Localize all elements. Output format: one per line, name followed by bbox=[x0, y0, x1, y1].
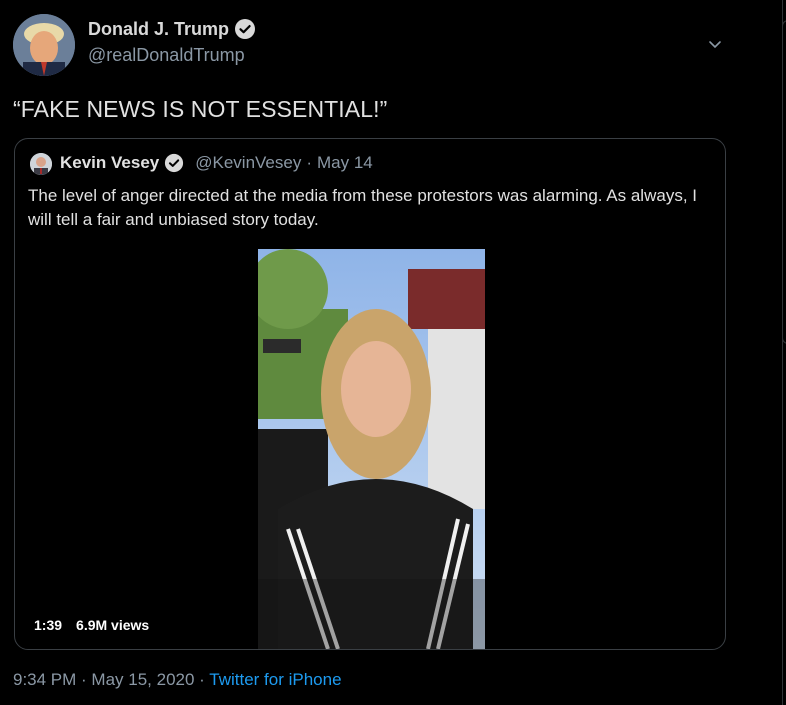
video-meta: 1:39 6.9M views bbox=[34, 617, 149, 633]
quoted-author-avatar[interactable] bbox=[30, 153, 52, 175]
tweet-source-link[interactable]: Twitter for iPhone bbox=[209, 670, 341, 689]
footer-separator: · bbox=[199, 670, 205, 689]
tweet-footer: 9:34 PM · May 15, 2020 · Twitter for iPh… bbox=[13, 670, 342, 690]
author-name-text: Donald J. Trump bbox=[88, 18, 230, 39]
quoted-tweet[interactable]: Kevin Vesey @KevinVesey · May 14 The lev… bbox=[14, 138, 726, 650]
author-avatar[interactable] bbox=[13, 14, 75, 76]
right-sidebar-card bbox=[782, 20, 786, 344]
video-player[interactable] bbox=[258, 249, 485, 649]
quoted-date[interactable]: May 14 bbox=[317, 153, 373, 173]
verified-badge-icon bbox=[164, 153, 184, 173]
tweet-text: “FAKE NEWS IS NOT ESSENTIAL!” bbox=[13, 96, 388, 122]
video-duration: 1:39 bbox=[34, 617, 63, 633]
quoted-separator: · bbox=[306, 153, 313, 172]
author-handle[interactable]: @realDonaldTrump bbox=[88, 45, 245, 66]
verified-badge-icon bbox=[234, 18, 256, 40]
chevron-down-icon[interactable] bbox=[705, 34, 725, 54]
quoted-author-name[interactable]: Kevin Vesey bbox=[60, 153, 159, 173]
quoted-author-handle[interactable]: @KevinVesey bbox=[195, 153, 301, 173]
quoted-text: The level of anger directed at the media… bbox=[28, 186, 697, 229]
tweet-timestamp[interactable]: 9:34 PM · May 15, 2020 bbox=[13, 670, 194, 689]
video-views: 6.9M views bbox=[76, 617, 150, 633]
quoted-header: Kevin Vesey @KevinVesey · May 14 bbox=[60, 153, 373, 173]
author-name[interactable]: Donald J. Trump bbox=[88, 18, 256, 40]
